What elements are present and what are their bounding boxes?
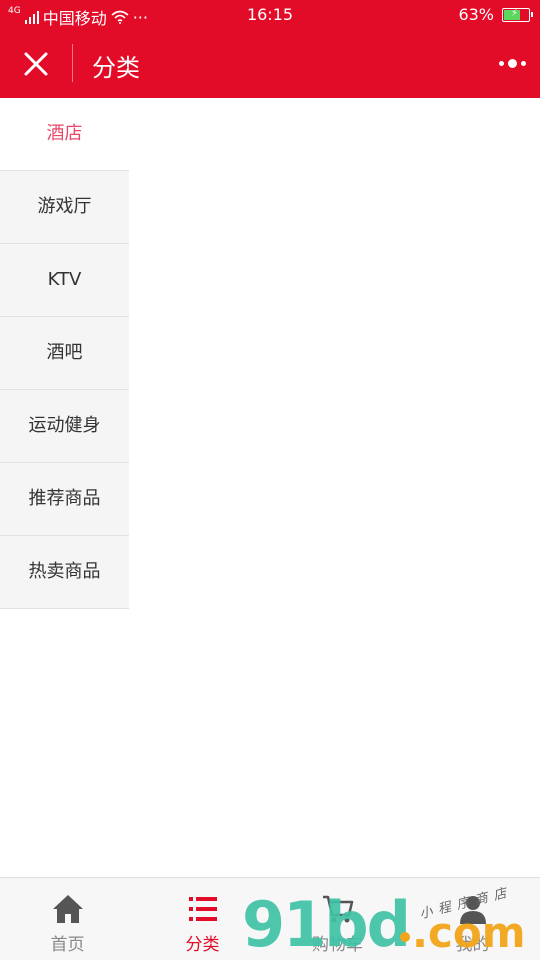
status-bar: 4G 中国移动 ··· 16:15 63% ⚡ (0, 0, 540, 30)
status-right: 63% ⚡ (458, 5, 533, 24)
category-sidebar: 酒店 游戏厅 KTV 酒吧 运动健身 推荐商品 热卖商品 (0, 98, 129, 609)
category-item-ktv[interactable]: KTV (0, 244, 129, 317)
list-icon (188, 897, 217, 921)
battery-percent: 63% (458, 5, 494, 24)
category-item-fitness[interactable]: 运动健身 (0, 390, 129, 463)
capsule-more-icon[interactable] (494, 52, 530, 74)
charging-icon: ⚡ (511, 7, 519, 19)
tab-cart[interactable]: 购物车 (270, 878, 405, 960)
category-item-recommended[interactable]: 推荐商品 (0, 463, 129, 536)
nav-divider (72, 44, 73, 82)
tab-bar: 首页 分类 购物车 我的 (0, 877, 540, 960)
nav-bar: 分类 (0, 30, 540, 98)
tab-label: 我的 (455, 935, 490, 955)
close-icon[interactable] (18, 46, 54, 82)
category-item-bar[interactable]: 酒吧 (0, 317, 129, 390)
category-content (129, 98, 540, 878)
category-item-arcade[interactable]: 游戏厅 (0, 171, 129, 244)
tab-profile[interactable]: 我的 (405, 878, 540, 960)
tab-label: 首页 (50, 935, 85, 955)
category-item-hot-sale[interactable]: 热卖商品 (0, 536, 129, 609)
tab-label: 分类 (185, 935, 220, 955)
page-title: 分类 (92, 54, 140, 82)
tab-home[interactable]: 首页 (0, 878, 135, 960)
cart-icon (322, 895, 353, 923)
home-icon (52, 895, 83, 923)
tab-category[interactable]: 分类 (135, 878, 270, 960)
battery-icon: ⚡ (502, 7, 533, 22)
user-icon (459, 896, 486, 924)
category-item-hotel[interactable]: 酒店 (0, 98, 129, 171)
tab-label: 购物车 (312, 935, 363, 955)
